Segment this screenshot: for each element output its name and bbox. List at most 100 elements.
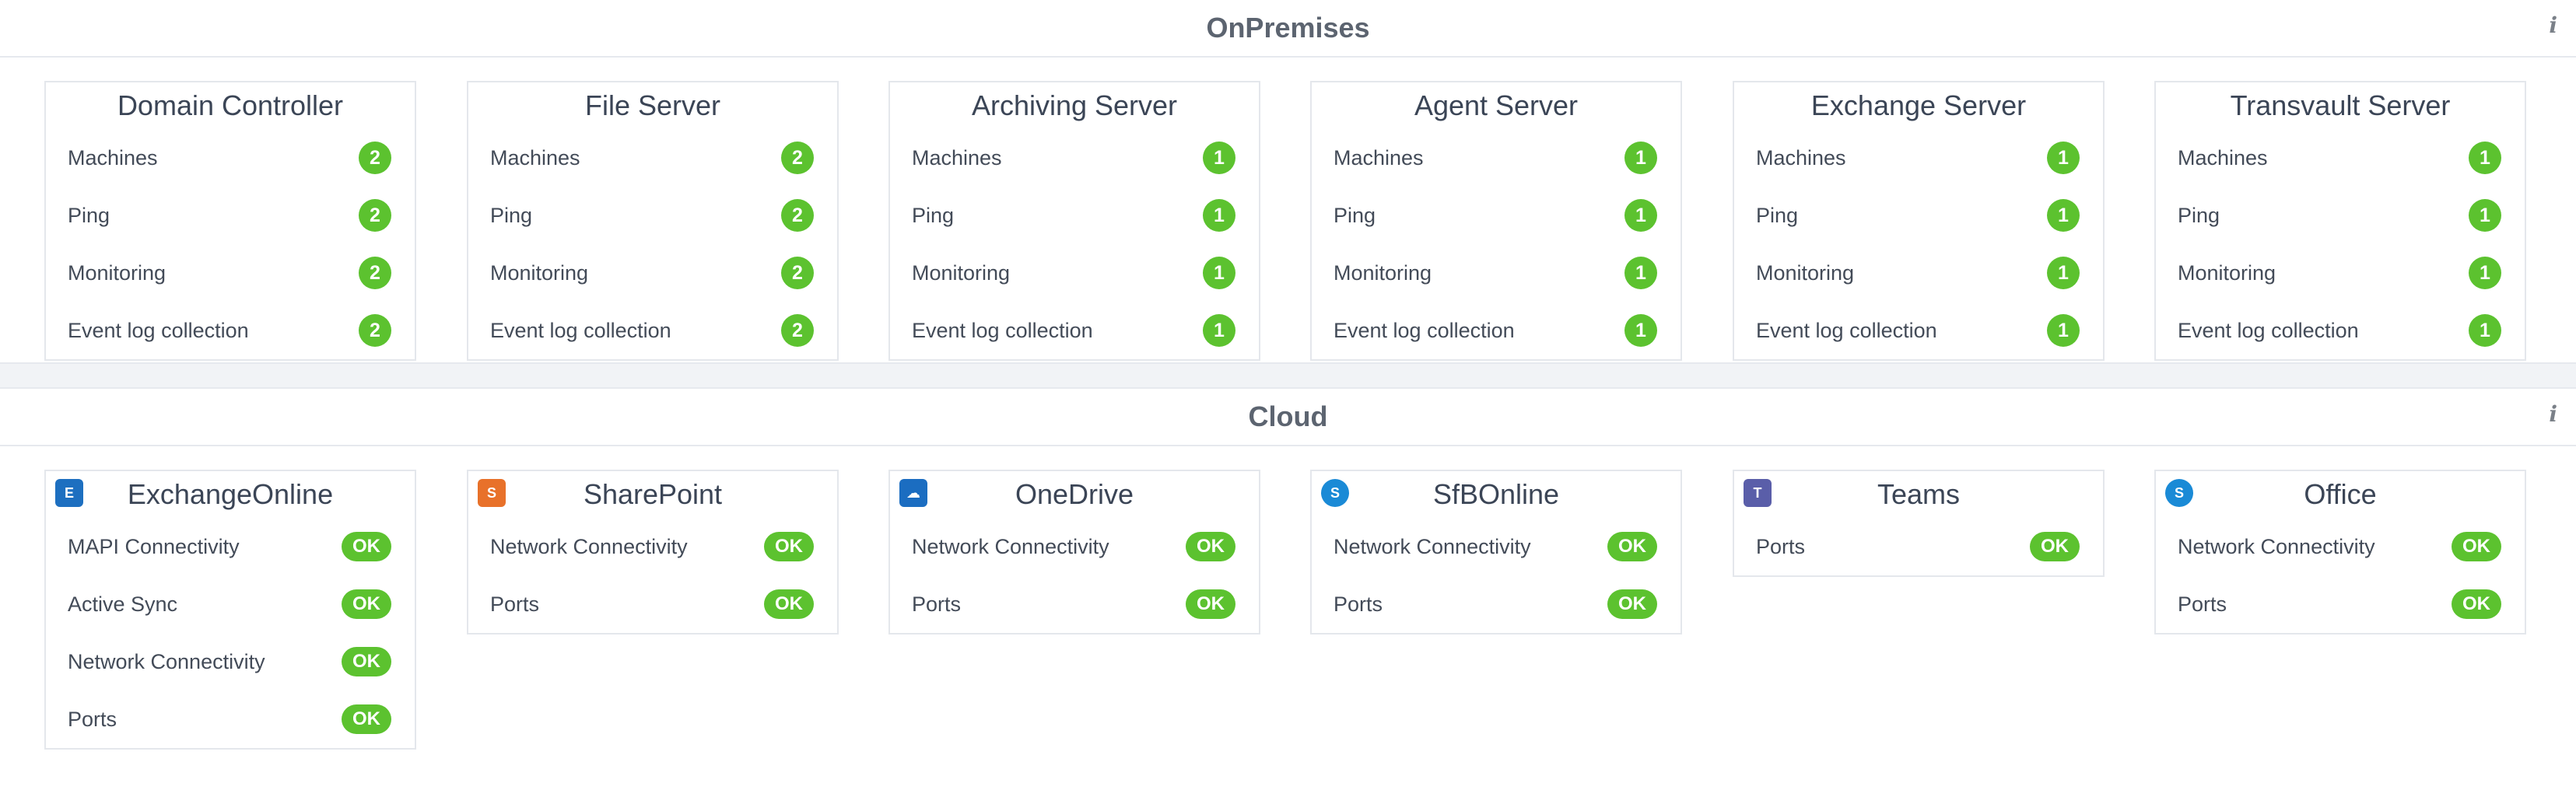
status-row[interactable]: Event log collection 1 <box>890 302 1259 359</box>
onpremises-section: OnPremises i Domain Controller Machines 2 P… <box>0 0 2576 362</box>
status-row[interactable]: Network Connectivity OK <box>468 518 837 575</box>
status-row[interactable]: Ports OK <box>1734 518 2103 575</box>
ok-status-badge[interactable]: OK <box>764 532 814 561</box>
ok-status-badge[interactable]: OK <box>2030 532 2080 561</box>
cloud-card[interactable]: ☁ OneDrive Network Connectivity OK Ports OK <box>888 470 1260 634</box>
card-header: Domain Controller <box>46 82 415 129</box>
ok-status-badge[interactable]: OK <box>342 704 391 734</box>
status-row[interactable]: Event log collection 2 <box>46 302 415 359</box>
status-row[interactable]: Machines 1 <box>890 129 1259 187</box>
count-badge[interactable]: 1 <box>1624 257 1657 289</box>
status-row[interactable]: Ping 1 <box>890 187 1259 244</box>
cloud-card[interactable]: S Office Network Connectivity OK Ports OK <box>2154 470 2526 634</box>
info-icon[interactable]: i <box>2549 401 2557 427</box>
status-row[interactable]: Machines 2 <box>46 129 415 187</box>
count-badge[interactable]: 2 <box>359 199 391 232</box>
count-badge[interactable]: 1 <box>2047 142 2080 174</box>
count-badge[interactable]: 2 <box>359 257 391 289</box>
ok-status-badge[interactable]: OK <box>342 532 391 561</box>
status-label: Ports <box>490 592 540 616</box>
ok-status-badge[interactable]: OK <box>1607 589 1657 619</box>
status-row[interactable]: Ports OK <box>890 575 1259 633</box>
count-badge[interactable]: 2 <box>359 314 391 347</box>
count-badge[interactable]: 1 <box>1624 314 1657 347</box>
status-row[interactable]: Monitoring 1 <box>890 244 1259 302</box>
count-badge[interactable]: 1 <box>2469 142 2501 174</box>
status-row[interactable]: Ports OK <box>46 690 415 748</box>
count-badge[interactable]: 1 <box>2469 199 2501 232</box>
count-badge[interactable]: 2 <box>781 257 814 289</box>
cloud-card[interactable]: T Teams Ports OK <box>1733 470 2105 577</box>
status-label: Ping <box>912 203 955 227</box>
card-title: File Server <box>584 89 721 121</box>
count-badge[interactable]: 1 <box>1203 142 1235 174</box>
status-row[interactable]: Machines 1 <box>1734 129 2103 187</box>
ok-status-badge[interactable]: OK <box>764 589 814 619</box>
status-row[interactable]: Event log collection 1 <box>1734 302 2103 359</box>
status-row[interactable]: Monitoring 1 <box>1734 244 2103 302</box>
onpremises-card[interactable]: Domain Controller Machines 2 Ping 2 Monitorin… <box>44 81 416 361</box>
status-row[interactable]: Monitoring 2 <box>46 244 415 302</box>
status-row[interactable]: Active Sync OK <box>46 575 415 633</box>
count-badge[interactable]: 1 <box>1624 199 1657 232</box>
ok-status-badge[interactable]: OK <box>342 589 391 619</box>
count-badge[interactable]: 1 <box>1203 199 1235 232</box>
status-row[interactable]: Ping 2 <box>46 187 415 244</box>
status-row[interactable]: Ports OK <box>468 575 837 633</box>
status-row[interactable]: Machines 1 <box>1312 129 1681 187</box>
onpremises-card[interactable]: Agent Server Machines 1 Ping 1 Monitoring 1 Eve… <box>1310 81 1682 361</box>
status-row[interactable]: Event log collection 2 <box>468 302 837 359</box>
ok-status-badge[interactable]: OK <box>2452 532 2501 561</box>
count-badge[interactable]: 1 <box>1624 142 1657 174</box>
onpremises-card[interactable]: File Server Machines 2 Ping 2 Monitoring 2 Even… <box>467 81 839 361</box>
sharepoint-icon: S <box>478 479 506 507</box>
status-label: Network Connectivity <box>490 534 688 558</box>
status-row[interactable]: Network Connectivity OK <box>890 518 1259 575</box>
count-badge[interactable]: 1 <box>1203 314 1235 347</box>
onpremises-card[interactable]: Archiving Server Machines 1 Ping 1 Monitoring… <box>888 81 1260 361</box>
ok-status-badge[interactable]: OK <box>1186 589 1235 619</box>
status-row[interactable]: Ping 1 <box>1734 187 2103 244</box>
status-row[interactable]: Monitoring 1 <box>2156 244 2525 302</box>
cloud-card[interactable]: S SfBOnline Network Connectivity OK Ports OK <box>1310 470 1682 634</box>
count-badge[interactable]: 2 <box>781 314 814 347</box>
count-badge[interactable]: 1 <box>2469 257 2501 289</box>
status-row[interactable]: Ping 1 <box>2156 187 2525 244</box>
status-row[interactable]: Monitoring 2 <box>468 244 837 302</box>
onpremises-card[interactable]: Transvault Server Machines 1 Ping 1 Monitorin… <box>2154 81 2526 361</box>
status-row[interactable]: Ping 2 <box>468 187 837 244</box>
status-row[interactable]: Monitoring 1 <box>1312 244 1681 302</box>
status-row[interactable]: Ports OK <box>2156 575 2525 633</box>
onedrive-cloud-icon: ☁ <box>899 479 927 507</box>
cloud-card[interactable]: E ExchangeOnline MAPI Connectivity OK Active… <box>44 470 416 750</box>
count-badge[interactable]: 2 <box>781 142 814 174</box>
status-row[interactable]: Machines 2 <box>468 129 837 187</box>
status-row[interactable]: Network Connectivity OK <box>2156 518 2525 575</box>
status-row[interactable]: MAPI Connectivity OK <box>46 518 415 575</box>
status-row[interactable]: Event log collection 1 <box>1312 302 1681 359</box>
count-badge[interactable]: 1 <box>2047 257 2080 289</box>
count-badge[interactable]: 2 <box>781 199 814 232</box>
ok-status-badge[interactable]: OK <box>1607 532 1657 561</box>
info-icon[interactable]: i <box>2549 12 2557 38</box>
status-label: Network Connectivity <box>68 649 265 673</box>
status-row[interactable]: Network Connectivity OK <box>46 633 415 690</box>
status-row[interactable]: Ports OK <box>1312 575 1681 633</box>
status-label: MAPI Connectivity <box>68 534 240 558</box>
cloud-card[interactable]: S SharePoint Network Connectivity OK Ports OK <box>467 470 839 634</box>
status-row[interactable]: Ping 1 <box>1312 187 1681 244</box>
status-row[interactable]: Machines 1 <box>2156 129 2525 187</box>
onpremises-cards: Domain Controller Machines 2 Ping 2 Monitorin… <box>0 58 2576 362</box>
status-label: Ports <box>1334 592 1383 616</box>
ok-status-badge[interactable]: OK <box>2452 589 2501 619</box>
count-badge[interactable]: 1 <box>1203 257 1235 289</box>
count-badge[interactable]: 1 <box>2047 199 2080 232</box>
ok-status-badge[interactable]: OK <box>1186 532 1235 561</box>
count-badge[interactable]: 1 <box>2469 314 2501 347</box>
status-row[interactable]: Network Connectivity OK <box>1312 518 1681 575</box>
onpremises-card[interactable]: Exchange Server Machines 1 Ping 1 Monitoring 1… <box>1733 81 2105 361</box>
ok-status-badge[interactable]: OK <box>342 647 391 676</box>
status-row[interactable]: Event log collection 1 <box>2156 302 2525 359</box>
count-badge[interactable]: 1 <box>2047 314 2080 347</box>
count-badge[interactable]: 2 <box>359 142 391 174</box>
